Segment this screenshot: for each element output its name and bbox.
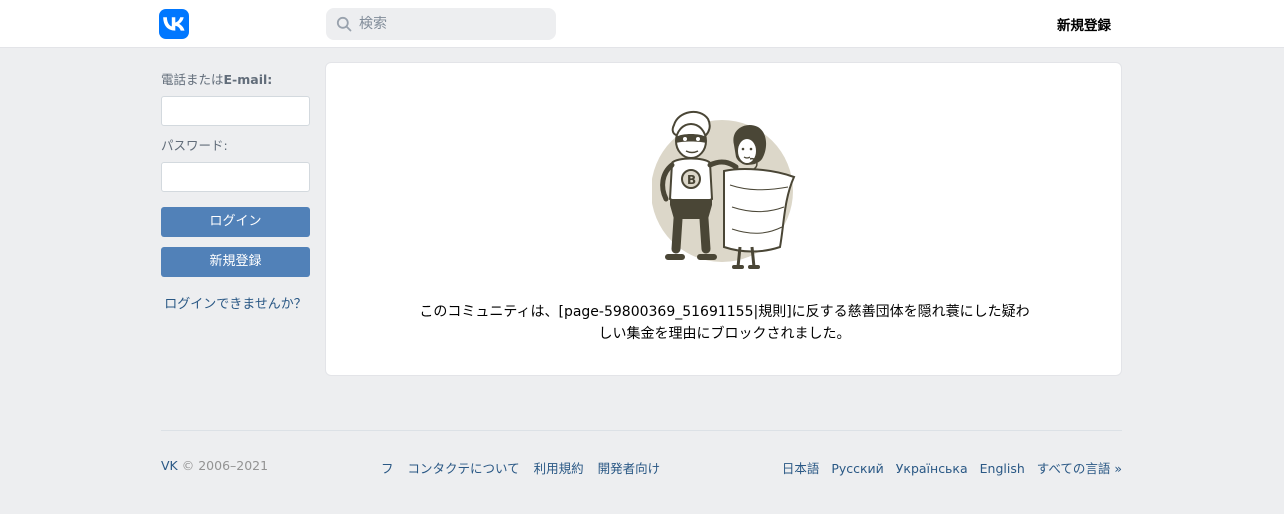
footer-link-f[interactable]: フ — [381, 461, 394, 476]
footer-link-terms[interactable]: 利用規約 — [534, 461, 584, 476]
top-header: 新規登録 — [0, 0, 1284, 48]
search-icon — [336, 16, 352, 32]
svg-text:B: B — [687, 173, 696, 187]
footer-brand-link[interactable]: VK — [161, 458, 178, 473]
lang-japanese[interactable]: 日本語 — [782, 461, 820, 476]
lang-all-languages[interactable]: すべての言語 » — [1037, 461, 1122, 476]
superhero-couple-illustration: B — [652, 110, 796, 269]
password-input[interactable] — [161, 162, 310, 192]
footer-link-developers[interactable]: 開発者向け — [598, 461, 661, 476]
lang-russian[interactable]: Русский — [831, 461, 883, 476]
footer-copyright: VK © 2006–2021 — [161, 458, 269, 473]
footer-divider — [161, 430, 1122, 431]
forgot-login-link[interactable]: ログインできませんか？ — [161, 293, 310, 312]
phone-email-label: 電話またはE-mail: — [161, 72, 273, 87]
phone-email-input[interactable] — [161, 96, 310, 126]
blocked-community-card: B このコミュニティは、[page-59800369_51691155|規則]に… — [325, 62, 1122, 376]
lang-ukrainian[interactable]: Українська — [896, 461, 968, 476]
login-button[interactable]: ログイン — [161, 207, 310, 237]
search-box[interactable] — [326, 8, 556, 40]
password-label: パスワード: — [161, 138, 228, 153]
footer-languages: 日本語 Русский Українська English すべての言語 » — [774, 458, 1122, 477]
vk-logo-icon[interactable] — [159, 9, 189, 39]
search-input[interactable] — [359, 8, 549, 40]
blocked-message: このコミュニティは、[page-59800369_51691155|規則]に反す… — [419, 304, 1030, 342]
footer-link-about[interactable]: コンタクテについて — [408, 461, 520, 476]
footer-links: フ コンタクテについて 利用規約 開発者向け — [381, 458, 670, 477]
signup-button[interactable]: 新規登録 — [161, 247, 310, 277]
lang-english[interactable]: English — [980, 461, 1025, 476]
header-signup-link[interactable]: 新規登録 — [1057, 14, 1111, 34]
login-form: 電話またはE-mail: パスワード: ログイン 新規登録 ログインできませんか… — [161, 72, 310, 312]
